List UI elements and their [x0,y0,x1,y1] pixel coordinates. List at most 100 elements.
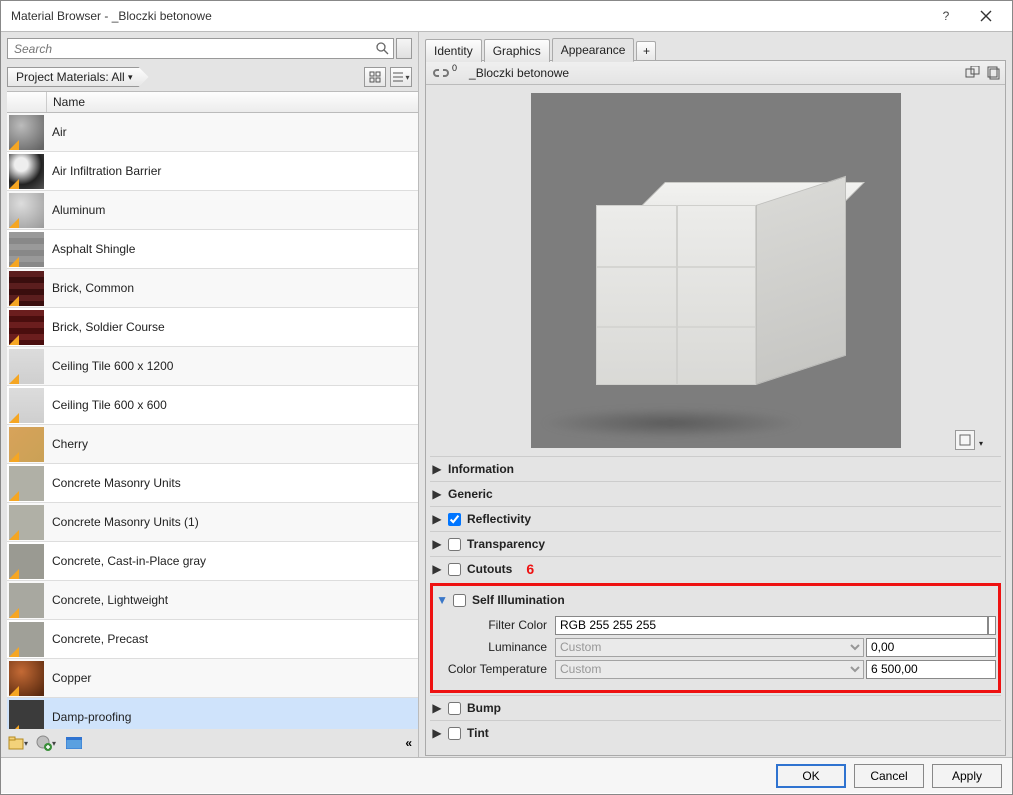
section-header-transparency[interactable]: ▶ Transparency [430,532,1001,556]
section-header-self-illumination[interactable]: ▼ Self Illumination [435,588,996,612]
section-header-generic[interactable]: ▶ Generic [430,482,1001,506]
color-temp-select[interactable]: Custom [555,660,864,679]
chevron-right-icon: ▶ [432,537,442,551]
filter-color-input[interactable] [555,616,988,635]
list-header-swatch[interactable] [7,92,47,112]
section-header-bump[interactable]: ▶ Bump [430,696,1001,720]
filter-color-swatch[interactable] [988,616,996,635]
section-self-illumination: ▼ Self Illumination Filter Color L [435,588,996,686]
preview-area: ▾ [426,85,1005,456]
tab-add[interactable]: + [636,41,656,60]
tabs: Identity Graphics Appearance + [419,32,1012,60]
material-swatch [9,388,44,423]
material-swatch [9,310,44,345]
asset-indicator-icon [9,452,19,462]
color-temp-value[interactable] [866,660,996,679]
tab-identity[interactable]: Identity [425,39,482,62]
material-name: Aluminum [46,203,105,217]
preview-mode-button[interactable]: ▾ [955,430,975,450]
search-options-button[interactable] [396,38,412,59]
material-name: Brick, Soldier Course [46,320,165,334]
cutouts-checkbox[interactable] [448,563,461,576]
asset-indicator-icon [9,569,19,579]
asset-indicator-icon [9,218,19,228]
material-row[interactable]: Copper [7,659,418,698]
section-header-tint[interactable]: ▶ Tint [430,721,1001,745]
preview-canvas[interactable] [531,93,901,448]
help-icon: ? [943,9,950,23]
material-name: Concrete Masonry Units (1) [46,515,199,529]
filter-dropdown[interactable]: Project Materials: All ▾ [7,67,149,87]
close-icon [980,10,992,22]
material-row[interactable]: Aluminum [7,191,418,230]
material-row[interactable]: Ceiling Tile 600 x 1200 [7,347,418,386]
help-button[interactable]: ? [926,2,966,30]
library-icon [8,736,24,750]
color-temp-label: Color Temperature [435,662,555,676]
section-tint: ▶ Tint [430,720,1001,745]
ok-button[interactable]: OK [776,764,846,788]
cancel-button[interactable]: Cancel [854,764,924,788]
self-illumination-checkbox[interactable] [453,594,466,607]
list-header-name[interactable]: Name [47,95,418,109]
asset-header: 0 _Bloczki betonowe [426,61,1005,85]
material-name: Concrete, Cast-in-Place gray [46,554,206,568]
asset-browser-button[interactable] [63,733,85,753]
replace-asset-button[interactable] [965,66,981,80]
material-row[interactable]: Air [7,113,418,152]
asset-indicator-icon [9,335,19,345]
material-row[interactable]: Damp-proofing [7,698,418,729]
grid-icon [369,71,381,83]
material-row[interactable]: Concrete Masonry Units (1) [7,503,418,542]
material-name: Asphalt Shingle [46,242,135,256]
view-grid-button[interactable] [364,67,386,87]
material-row[interactable]: Concrete, Precast [7,620,418,659]
chevron-right-icon: ▶ [432,462,442,476]
transparency-checkbox[interactable] [448,538,461,551]
luminance-select[interactable]: Custom [555,638,864,657]
apply-button[interactable]: Apply [932,764,1002,788]
material-swatch [9,193,44,228]
view-list-button[interactable]: ▾ [390,67,412,87]
filter-row: Project Materials: All ▾ ▾ [7,67,412,87]
titlebar: Material Browser - _Bloczki betonowe ? [1,1,1012,31]
row-luminance: Luminance Custom [435,636,996,658]
material-swatch [9,544,44,579]
section-header-information[interactable]: ▶ Information [430,457,1001,481]
new-material-button[interactable]: ▾ [35,733,57,753]
material-row[interactable]: Asphalt Shingle [7,230,418,269]
material-row[interactable]: Ceiling Tile 600 x 600 [7,386,418,425]
luminance-value[interactable] [866,638,996,657]
highlight-box: ▼ Self Illumination Filter Color L [430,583,1001,693]
filter-color-label: Filter Color [435,618,555,632]
section-header-cutouts[interactable]: ▶ Cutouts 6 [430,557,1001,581]
material-row[interactable]: Cherry [7,425,418,464]
material-row[interactable]: Brick, Soldier Course [7,308,418,347]
material-name: Ceiling Tile 600 x 600 [46,398,167,412]
asset-indicator-icon [9,296,19,306]
preview-mode-icon [959,434,971,446]
search-input[interactable] [7,38,394,59]
section-header-reflectivity[interactable]: ▶ Reflectivity [430,507,1001,531]
replace-asset-icon [965,66,981,80]
annotation-6: 6 [526,561,534,577]
material-row[interactable]: Concrete Masonry Units [7,464,418,503]
section-transparency: ▶ Transparency [430,531,1001,556]
asset-indicator-icon [9,257,19,267]
tab-graphics[interactable]: Graphics [484,39,550,62]
material-list[interactable]: AirAir Infiltration Barrier Aluminum Aspha… [7,113,418,729]
tab-appearance[interactable]: Appearance [552,38,635,62]
duplicate-asset-button[interactable] [987,66,1001,80]
material-row[interactable]: Brick, Common [7,269,418,308]
material-name: Damp-proofing [46,710,131,724]
library-button[interactable]: ▾ [7,733,29,753]
material-row[interactable]: Concrete, Cast-in-Place gray [7,542,418,581]
reflectivity-checkbox[interactable] [448,513,461,526]
material-row[interactable]: Concrete, Lightweight [7,581,418,620]
collapse-panel-button[interactable]: « [405,736,412,750]
material-row[interactable]: Air Infiltration Barrier [7,152,418,191]
close-button[interactable] [966,2,1006,30]
bump-checkbox[interactable] [448,702,461,715]
tint-checkbox[interactable] [448,727,461,740]
chevron-right-icon: ▶ [432,701,442,715]
